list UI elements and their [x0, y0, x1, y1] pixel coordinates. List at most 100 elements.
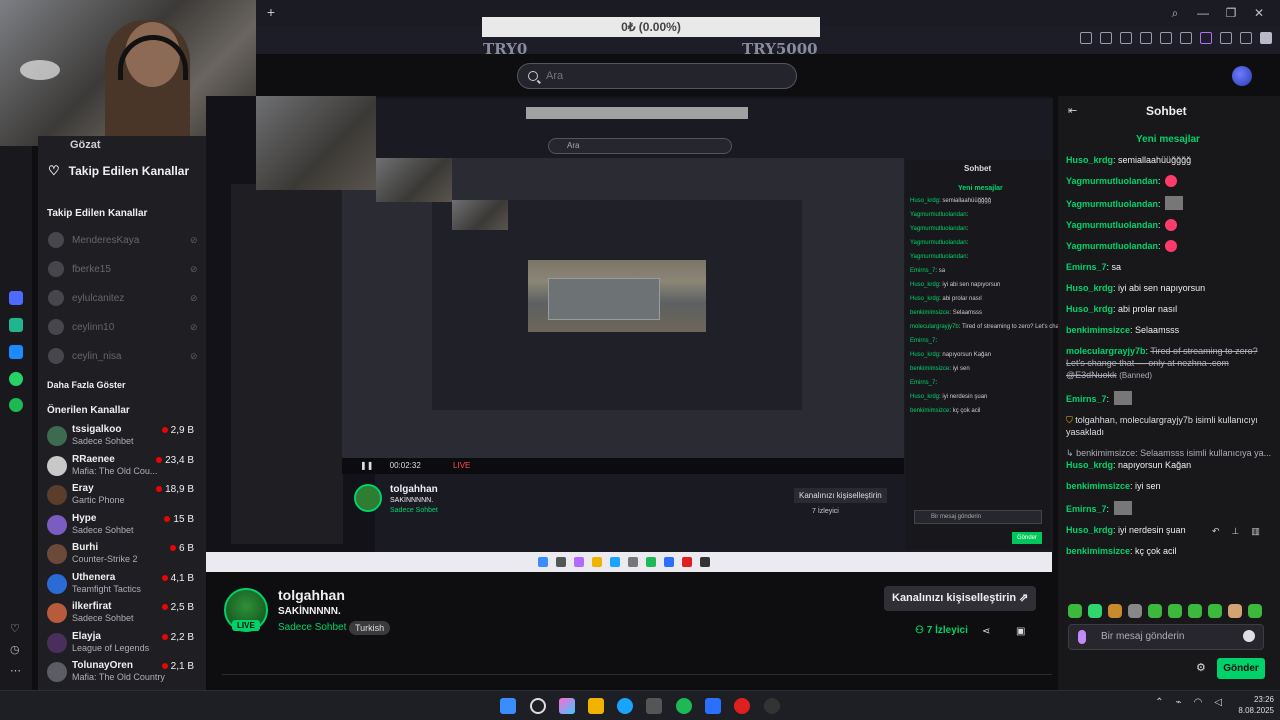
- chat-message[interactable]: Yagmurmutluolandan:: [1066, 219, 1274, 231]
- close-icon[interactable]: ✕: [1252, 6, 1266, 20]
- share-icon[interactable]: ⋖: [982, 626, 990, 637]
- chat-username[interactable]: Emirns_7: [1066, 262, 1107, 272]
- chat-message[interactable]: Emirns_7:: [1066, 391, 1274, 405]
- sidebar-browse-label[interactable]: Gözat: [70, 139, 101, 151]
- chat-username[interactable]: moleculargrayjy7b: [1066, 346, 1146, 356]
- channel-name[interactable]: tolgahhan: [278, 587, 345, 603]
- chat-message[interactable]: Yagmurmutluolandan:: [1066, 240, 1274, 252]
- chat-message[interactable]: Yagmurmutluolandan:: [1066, 175, 1274, 187]
- taskbar-clock[interactable]: 23:26 8.08.2025: [1218, 694, 1274, 716]
- emote-icon[interactable]: [1128, 604, 1142, 618]
- spotify-icon[interactable]: [676, 698, 692, 714]
- emote-icon[interactable]: [1168, 604, 1182, 618]
- emote-icon[interactable]: [1068, 604, 1082, 618]
- pin-icon[interactable]: ⊥: [1232, 526, 1240, 537]
- search-box[interactable]: [517, 63, 797, 89]
- emote-icon[interactable]: [1148, 604, 1162, 618]
- chat-username[interactable]: Huso_krdg: [1066, 460, 1113, 470]
- outlook-icon[interactable]: [705, 698, 721, 714]
- emote-icon[interactable]: [1228, 604, 1242, 618]
- search-icon[interactable]: ⌕: [1168, 6, 1182, 21]
- chat-username[interactable]: Yagmurmutluolandan: [1066, 220, 1158, 230]
- heart-icon[interactable]: [1180, 32, 1192, 44]
- chat-message[interactable]: Huso_krdg: napıyorsun Kağan: [1066, 459, 1274, 471]
- chat-username[interactable]: Yagmurmutluolandan: [1066, 199, 1158, 209]
- chat-input[interactable]: Bir mesaj gönderin: [1068, 624, 1264, 650]
- more-options-icon[interactable]: ▣: [1016, 626, 1025, 637]
- sidebar-recommended-channel[interactable]: Elayja League of Legends 2,2 B: [46, 631, 198, 655]
- search-icon[interactable]: [530, 698, 546, 714]
- sidebar-recommended-channel[interactable]: RRaenee Mafia: The Old Cou... 23,4 B: [46, 454, 198, 478]
- extension-icon[interactable]: [1080, 32, 1092, 44]
- sidebar-recommended-channel[interactable]: Hype Sadece Sohbet 15 B: [46, 513, 198, 537]
- chat-message[interactable]: Emirns_7:: [1066, 501, 1274, 515]
- sidebar-offline-channel[interactable]: ceylinn10 ⊘: [48, 319, 198, 335]
- chat-username[interactable]: Emirns_7: [1066, 394, 1107, 404]
- emote-icon[interactable]: [1248, 604, 1262, 618]
- network-icon[interactable]: ⌁: [1176, 697, 1182, 708]
- emote-icon[interactable]: [1088, 604, 1102, 618]
- followed-channels-header[interactable]: ♡ Takip Edilen Kanallar: [48, 162, 189, 180]
- sidebar-recommended-channel[interactable]: tssigalkoo Sadece Sohbet 2,9 B: [46, 424, 198, 448]
- chat-username[interactable]: Yagmurmutluolandan: [1066, 176, 1158, 186]
- new-tab-plus-icon[interactable]: +: [263, 4, 279, 20]
- shield-icon[interactable]: [1140, 32, 1152, 44]
- extensions-menu-icon[interactable]: [1260, 32, 1272, 44]
- app-shortcut-icon[interactable]: [9, 291, 23, 305]
- sidebar-recommended-channel[interactable]: TolunayOren Mafia: The Old Country 2,1 B: [46, 660, 198, 684]
- chat-username[interactable]: Emirns_7: [1066, 504, 1107, 514]
- whatsapp-icon[interactable]: [9, 372, 23, 386]
- chat-username[interactable]: Yagmurmutluolandan: [1066, 241, 1158, 251]
- spotify-icon[interactable]: [9, 398, 23, 412]
- emoji-icon[interactable]: [1243, 630, 1255, 642]
- chat-message[interactable]: Emirns_7: sa: [1066, 261, 1274, 273]
- send-button[interactable]: Gönder: [1217, 658, 1265, 679]
- chat-message[interactable]: Huso_krdg: abi prolar nasıl: [1066, 303, 1274, 315]
- play-icon[interactable]: [1160, 32, 1172, 44]
- camera-icon[interactable]: [1100, 32, 1112, 44]
- chat-username[interactable]: benkimimsizce: [1066, 546, 1130, 556]
- edge-icon[interactable]: [617, 698, 633, 714]
- chat-message[interactable]: Yagmurmutluolandan:: [1066, 196, 1274, 210]
- emote-icon[interactable]: [1188, 604, 1202, 618]
- minimize-icon[interactable]: —: [1196, 6, 1210, 20]
- chat-message[interactable]: Huso_krdg: semiallaahüüğğğğ: [1066, 154, 1274, 166]
- chat-username[interactable]: benkimimsizce: [1066, 325, 1130, 335]
- reply-icon[interactable]: ↶: [1212, 526, 1220, 537]
- chat-message[interactable]: Huso_krdg: iyi abi sen napıyorsun: [1066, 282, 1274, 294]
- show-more-link[interactable]: Daha Fazla Göster: [47, 380, 126, 390]
- customize-channel-button[interactable]: Kanalınızı kişiselleştirin ⇗: [884, 586, 1037, 611]
- user-avatar[interactable]: [1232, 66, 1252, 86]
- download-icon[interactable]: [1200, 32, 1212, 44]
- stream-category[interactable]: Sadece Sohbet: [278, 622, 346, 633]
- heart-icon[interactable]: ♡: [10, 622, 20, 635]
- sidebar-recommended-channel[interactable]: ilkerfirat Sadece Sohbet 2,5 B: [46, 601, 198, 625]
- sidebar-offline-channel[interactable]: eylulcanitez ⊘: [48, 290, 198, 306]
- history-icon[interactable]: ◷: [10, 643, 20, 656]
- sidebar-recommended-channel[interactable]: Eray Gartic Phone 18,9 B: [46, 483, 198, 507]
- chat-message[interactable]: benkimimsizce: Selaamsss: [1066, 324, 1274, 336]
- windows-start-icon[interactable]: [500, 698, 516, 714]
- copilot-icon[interactable]: [559, 698, 575, 714]
- chevron-up-icon[interactable]: ⌃: [1155, 697, 1163, 708]
- app-icon[interactable]: [764, 698, 780, 714]
- maximize-icon[interactable]: ❐: [1224, 6, 1238, 20]
- chat-message[interactable]: benkimimsizce: iyi sen: [1066, 480, 1274, 492]
- language-tag[interactable]: Turkish: [349, 621, 391, 635]
- sidebar-recommended-channel[interactable]: Burhi Counter-Strike 2 6 B: [46, 542, 198, 566]
- delete-icon[interactable]: ▥: [1251, 526, 1260, 537]
- list-icon[interactable]: [1220, 32, 1232, 44]
- search-input[interactable]: [546, 70, 766, 82]
- store-icon[interactable]: [646, 698, 662, 714]
- microphone-icon[interactable]: [1078, 630, 1086, 644]
- collapse-chat-icon[interactable]: ⇤: [1068, 104, 1077, 117]
- sidebar-recommended-channel[interactable]: Uthenera Teamfight Tactics 4,1 B: [46, 572, 198, 596]
- chat-username[interactable]: Huso_krdg: [1066, 283, 1113, 293]
- chat-username[interactable]: benkimimsizce: [1066, 481, 1130, 491]
- chat-username[interactable]: Huso_krdg: [1066, 304, 1113, 314]
- sidebar-offline-channel[interactable]: fberke15 ⊘: [48, 261, 198, 277]
- more-icon[interactable]: ⋯: [10, 664, 21, 677]
- app-shortcut-icon[interactable]: [9, 345, 23, 359]
- wifi-icon[interactable]: ◠: [1194, 697, 1203, 708]
- emote-icon[interactable]: [1208, 604, 1222, 618]
